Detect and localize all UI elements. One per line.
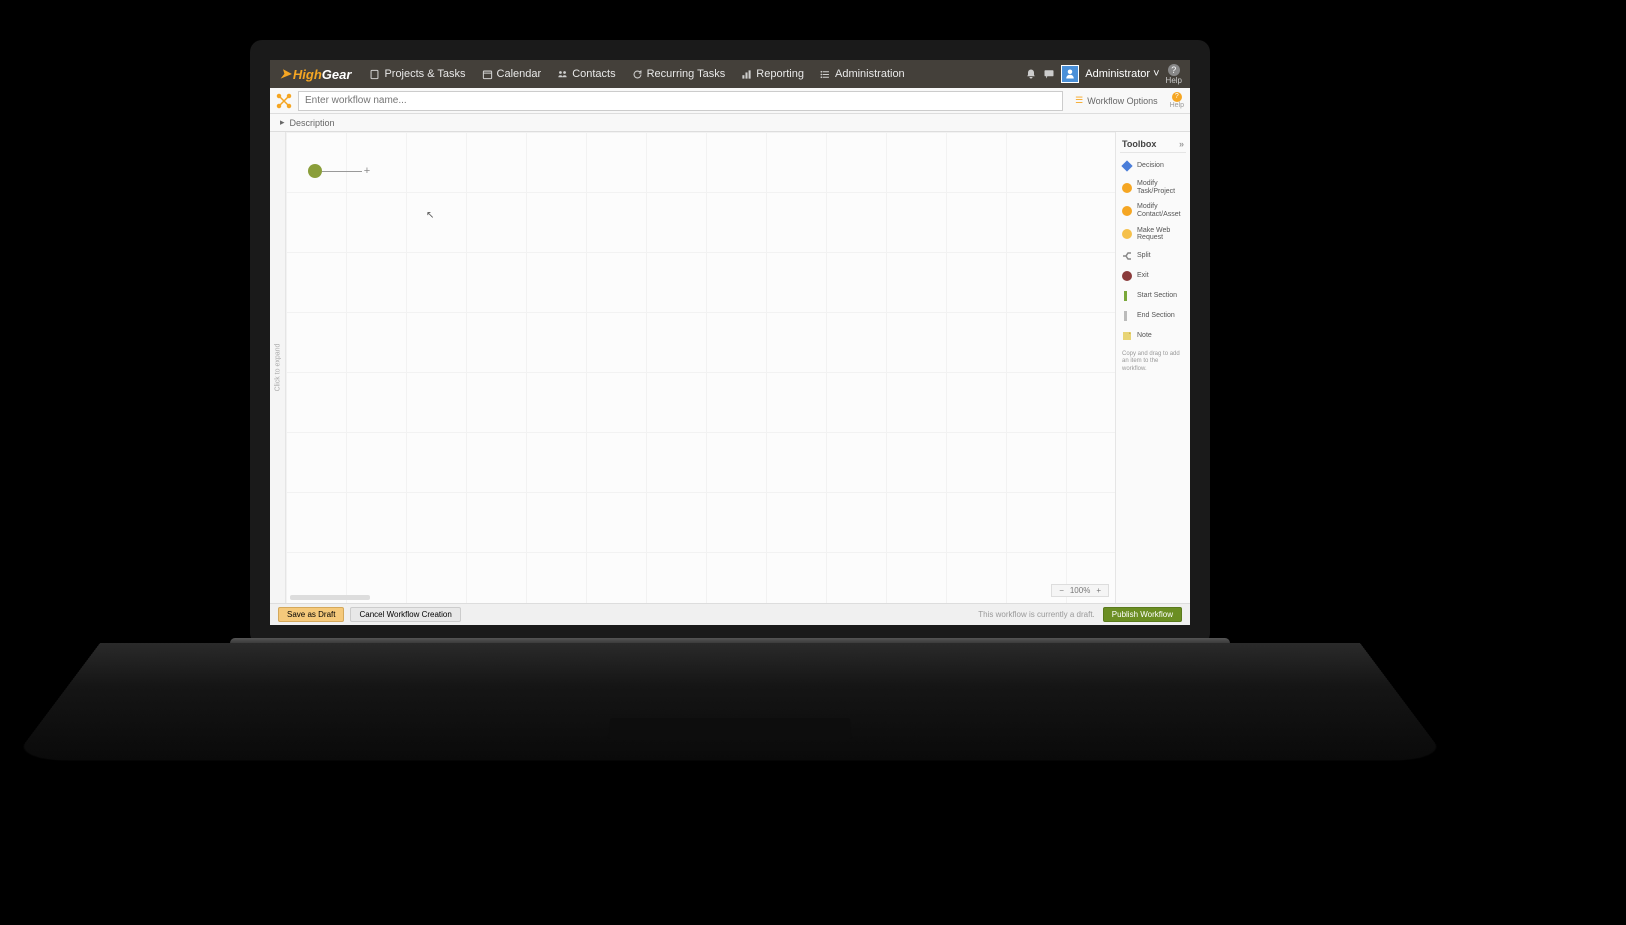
nav-reporting[interactable]: Reporting (733, 60, 812, 88)
list-icon (820, 69, 831, 80)
add-node-button[interactable]: + (362, 166, 372, 176)
workflow-start-node[interactable]: + (308, 164, 372, 178)
top-navbar: ➤ HighGear Projects & Tasks Calendar Con… (270, 60, 1190, 88)
toolbox-item-label: Modify Task/Project (1137, 180, 1185, 195)
toolbox-item-label: Modify Contact/Asset (1137, 203, 1185, 218)
help-button[interactable]: ? Help (1166, 64, 1182, 85)
circle-icon (1121, 228, 1133, 240)
user-name: Administrator (1085, 68, 1150, 80)
horizontal-scrollbar[interactable] (290, 595, 370, 600)
user-avatar[interactable] (1061, 65, 1079, 83)
footer-bar: Save as Draft Cancel Workflow Creation T… (270, 603, 1190, 625)
document-icon (369, 69, 380, 80)
toolbox-panel: Toolbox » Decision Modify Task/Project Mod… (1115, 132, 1190, 603)
toolbox-item-label: End Section (1137, 312, 1175, 320)
nav-projects-tasks[interactable]: Projects & Tasks (361, 60, 473, 88)
chat-icon[interactable] (1043, 68, 1055, 80)
logo-text-high: High (293, 67, 322, 82)
left-sidebar-collapsed[interactable]: Click to expand (270, 132, 286, 603)
nav-calendar[interactable]: Calendar (474, 60, 550, 88)
toolbar-help-button[interactable]: ? Help (1170, 92, 1184, 109)
toolbox-item-label: Split (1137, 252, 1151, 260)
nav-label: Recurring Tasks (647, 68, 726, 80)
workflow-toolbar: ☰ Workflow Options ? Help (270, 88, 1190, 114)
laptop-touchpad (607, 718, 852, 739)
calendar-icon (482, 69, 493, 80)
expand-arrow-icon: ▸ (280, 117, 285, 128)
laptop-screen-frame: ➤ HighGear Projects & Tasks Calendar Con… (250, 40, 1210, 645)
help-label: Help (1166, 76, 1182, 85)
circle-icon (1121, 270, 1133, 282)
toolbox-item-label: Note (1137, 332, 1152, 340)
zoom-out-button[interactable]: − (1057, 586, 1066, 595)
toolbox-item-modify-task-project[interactable]: Modify Task/Project (1120, 177, 1186, 198)
nav-label: Contacts (572, 68, 615, 80)
bell-icon[interactable] (1025, 68, 1037, 80)
toolbox-collapse-icon[interactable]: » (1179, 139, 1184, 149)
circle-icon (1121, 205, 1133, 217)
toolbox-item-modify-contact-asset[interactable]: Modify Contact/Asset (1120, 200, 1186, 221)
toolbox-title: Toolbox (1122, 139, 1156, 149)
toolbox-item-label: Make Web Request (1137, 227, 1185, 242)
cancel-workflow-button[interactable]: Cancel Workflow Creation (350, 607, 460, 622)
toolbox-item-end-section[interactable]: End Section (1120, 307, 1186, 325)
user-menu[interactable]: Administrator ˅ (1085, 68, 1159, 80)
contacts-icon (557, 69, 568, 80)
zoom-controls: − 100% + (1051, 584, 1109, 597)
laptop-keyboard-base (12, 643, 1449, 761)
options-icon: ☰ (1075, 95, 1083, 106)
connector-line (322, 171, 362, 172)
save-draft-button[interactable]: Save as Draft (278, 607, 344, 622)
note-icon (1121, 330, 1133, 342)
bracket-icon (1121, 290, 1133, 302)
nav-label: Administration (835, 68, 905, 80)
toolbox-item-note[interactable]: Note (1120, 327, 1186, 345)
recurring-icon (632, 69, 643, 80)
toolbox-item-make-web-request[interactable]: Make Web Request (1120, 224, 1186, 245)
nav-administration[interactable]: Administration (812, 60, 913, 88)
nav-label: Projects & Tasks (384, 68, 465, 80)
toolbox-hint-text: Copy and drag to add an item to the work… (1120, 347, 1186, 377)
start-dot-icon (308, 164, 322, 178)
person-icon (1064, 68, 1076, 80)
draft-status-text: This workflow is currently a draft. (978, 610, 1094, 619)
toolbox-item-label: Exit (1137, 272, 1149, 280)
bracket-icon (1121, 310, 1133, 322)
cursor-icon: ↖ (426, 210, 434, 221)
zoom-level: 100% (1070, 586, 1090, 595)
nav-label: Calendar (497, 68, 542, 80)
app-screen: ➤ HighGear Projects & Tasks Calendar Con… (270, 60, 1190, 625)
description-bar[interactable]: ▸ Description (270, 114, 1190, 132)
toolbox-item-split[interactable]: Split (1120, 247, 1186, 265)
nav-contacts[interactable]: Contacts (549, 60, 623, 88)
workflow-canvas[interactable]: + ↖ − 100% + (286, 132, 1115, 603)
workflow-name-input[interactable] (298, 91, 1063, 111)
chart-icon (741, 69, 752, 80)
diamond-icon (1121, 160, 1133, 172)
toolbox-item-label: Start Section (1137, 292, 1177, 300)
workflow-icon (276, 93, 292, 109)
help-label-small: Help (1170, 102, 1184, 109)
nav-recurring-tasks[interactable]: Recurring Tasks (624, 60, 734, 88)
toolbox-item-decision[interactable]: Decision (1120, 157, 1186, 175)
brand-logo[interactable]: ➤ HighGear (270, 60, 361, 88)
toolbox-item-label: Decision (1137, 162, 1164, 170)
split-icon (1121, 250, 1133, 262)
description-label: Description (290, 118, 335, 128)
toolbox-item-exit[interactable]: Exit (1120, 267, 1186, 285)
workflow-options-label: Workflow Options (1087, 96, 1157, 106)
sidebar-expand-label: Click to expand (274, 344, 281, 392)
nav-label: Reporting (756, 68, 804, 80)
zoom-in-button[interactable]: + (1094, 586, 1103, 595)
publish-workflow-button[interactable]: Publish Workflow (1103, 607, 1182, 622)
circle-icon (1121, 182, 1133, 194)
logo-text-gear: Gear (322, 67, 352, 82)
main-workspace: Click to expand + ↖ − 100% + Toolbox (270, 132, 1190, 603)
toolbox-header: Toolbox » (1120, 136, 1186, 153)
toolbox-item-start-section[interactable]: Start Section (1120, 287, 1186, 305)
workflow-options-button[interactable]: ☰ Workflow Options (1069, 95, 1163, 106)
